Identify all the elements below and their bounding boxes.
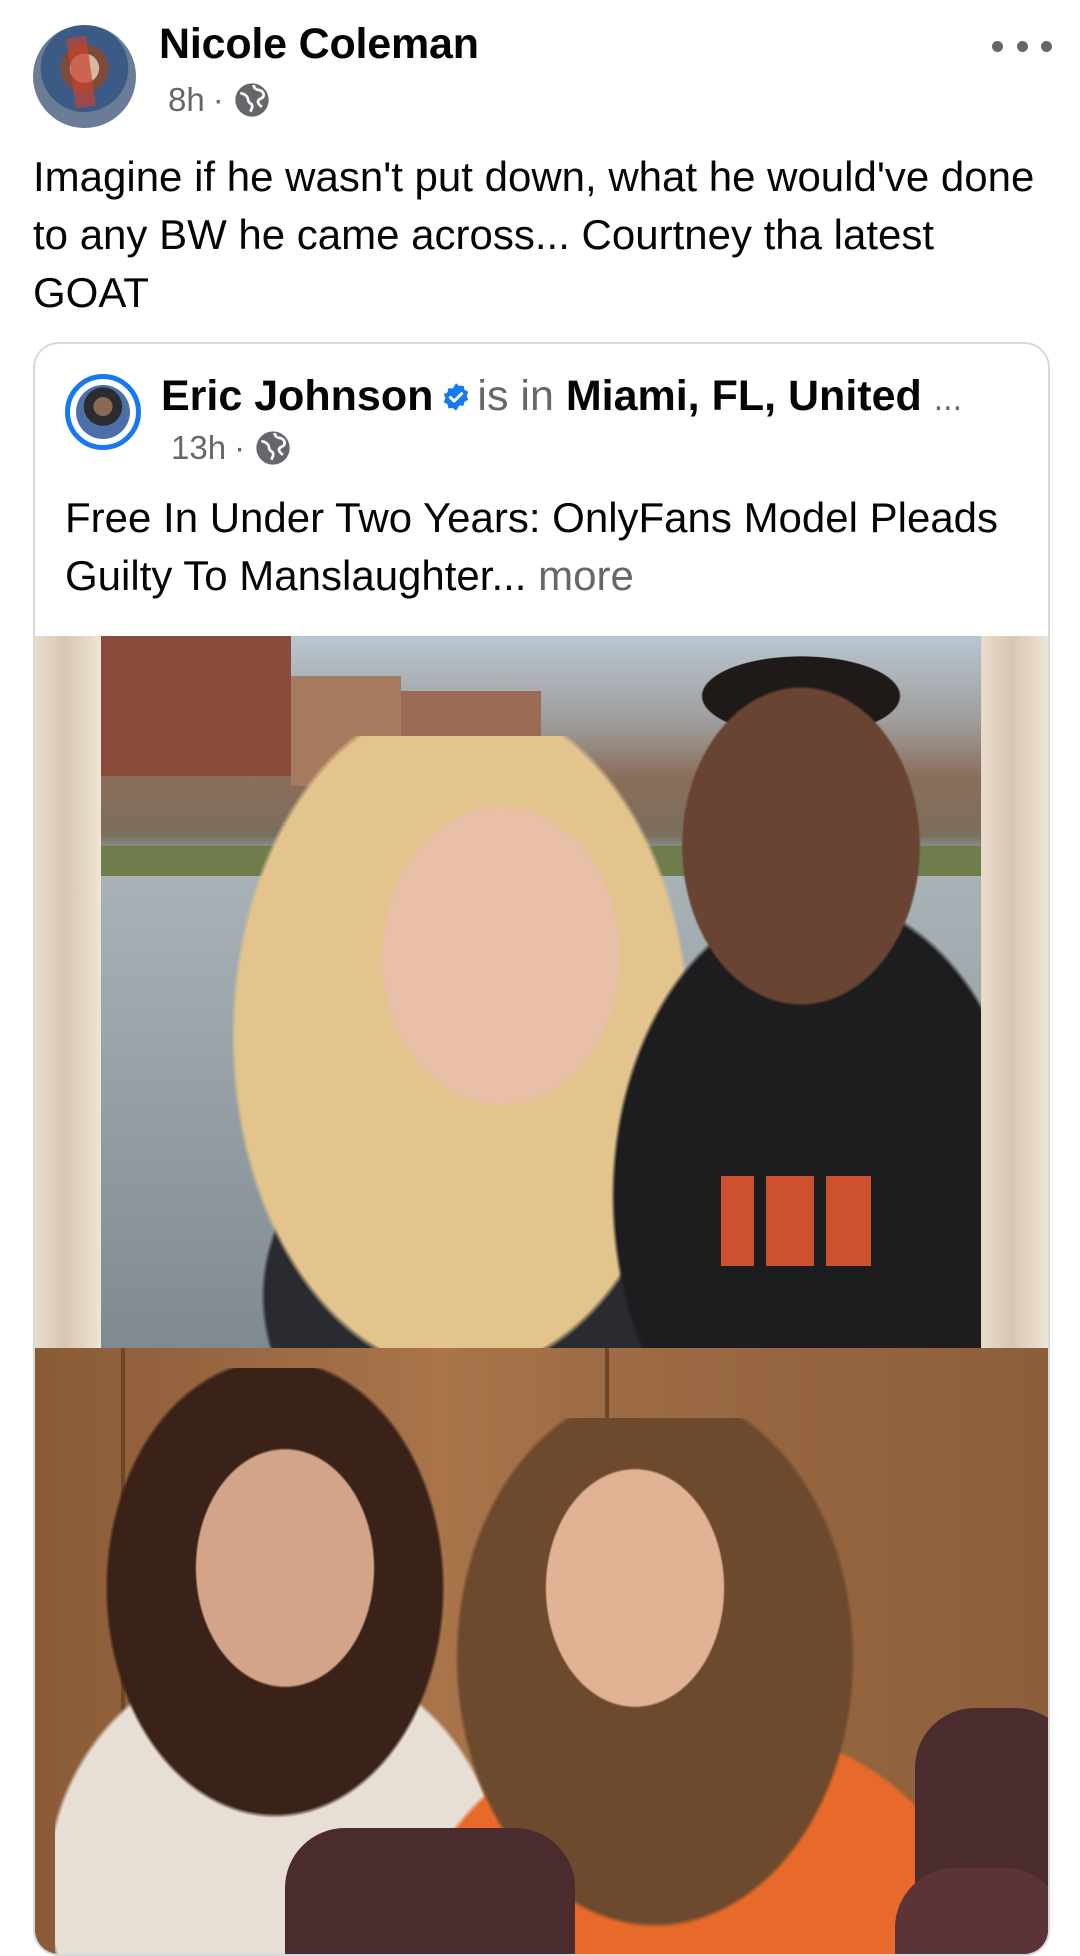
couple-photo[interactable] <box>35 636 1048 1348</box>
location-ellipsis: ... <box>933 380 963 418</box>
globe-icon <box>235 83 269 117</box>
shared-meta-separator: · <box>234 429 246 466</box>
shared-text-body: Free In Under Two Years: OnlyFans Model … <box>65 494 999 599</box>
author-name[interactable]: Nicole Coleman <box>159 20 479 69</box>
shared-post-text: Free In Under Two Years: OnlyFans Model … <box>65 489 1025 605</box>
verified-badge-icon <box>444 383 469 411</box>
post-meta: 8h · <box>168 80 272 120</box>
shared-author-avatar[interactable] <box>65 374 141 450</box>
meta-separator: · <box>212 81 224 118</box>
post-text: Imagine if he wasn't put down, what he w… <box>33 153 1035 316</box>
more-options-icon[interactable] <box>992 36 1052 56</box>
shared-author-name[interactable]: Eric Johnson <box>161 372 433 420</box>
shared-time[interactable]: 13h <box>171 429 226 467</box>
post-time[interactable]: 8h <box>168 81 205 119</box>
globe-icon <box>256 431 290 465</box>
see-more-link[interactable]: more <box>538 552 634 599</box>
post-header: Nicole Coleman 8h · <box>0 0 1080 140</box>
is-in-label: is in <box>477 372 554 420</box>
shared-location[interactable]: Miami, FL, United <box>566 372 922 420</box>
shared-author-line: Eric Johnson is in Miami, FL, United ... <box>161 368 1021 427</box>
author-avatar[interactable] <box>33 25 136 128</box>
shared-post-card[interactable]: Eric Johnson is in Miami, FL, United ...… <box>33 342 1050 1956</box>
courtroom-photo[interactable] <box>35 1348 1048 1954</box>
shared-meta: 13h · <box>171 428 293 468</box>
